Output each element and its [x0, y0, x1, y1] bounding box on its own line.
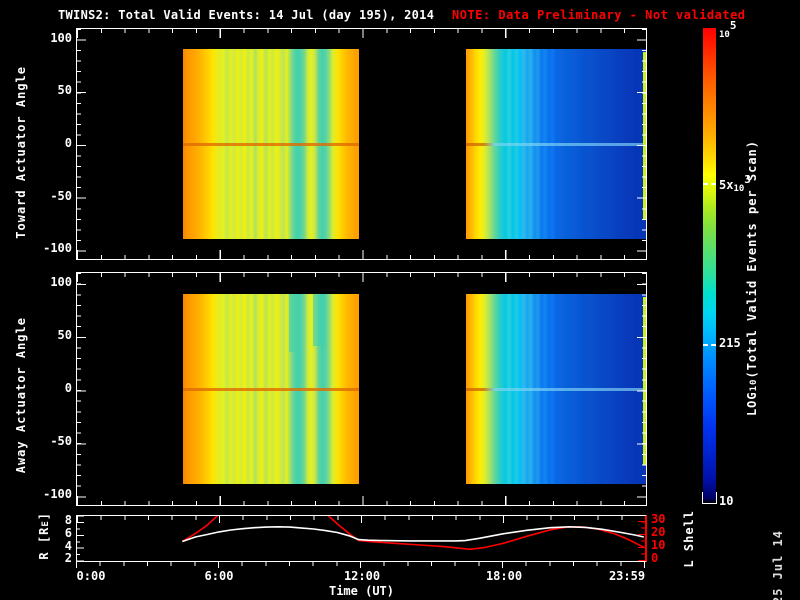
creation-date-stamp: 25 Jul 14	[771, 530, 785, 600]
time-tick-label: 0:00	[56, 569, 126, 583]
away-data-block-evening	[466, 294, 646, 484]
away-axis-label: Away Actuator Angle	[14, 317, 28, 473]
colorbar-tick-dash	[703, 344, 716, 346]
y-major-ticks	[77, 29, 86, 259]
x-minor-ticks	[77, 501, 646, 505]
time-axis-title: Time (UT)	[76, 584, 647, 598]
colorbar	[703, 28, 716, 503]
y-minor-ticks	[77, 29, 81, 259]
time-tick-label: 6:00	[184, 569, 254, 583]
teal-band	[289, 294, 300, 352]
away-data-block-morning	[183, 294, 359, 484]
toward-axis-label: Toward Actuator Angle	[14, 66, 28, 239]
edge-strip	[643, 297, 646, 465]
angle-zero-line	[183, 143, 359, 146]
away-spectrogram-panel	[76, 272, 647, 506]
x-minor-ticks	[77, 255, 646, 259]
y-minor-ticks	[77, 273, 81, 505]
lshell-tick-label: 0	[651, 551, 685, 565]
angle-zero-line	[466, 143, 646, 146]
x-major-ticks	[77, 273, 646, 282]
colorbar-tick-label: 215	[719, 336, 789, 350]
toward-data-block-evening	[466, 49, 646, 239]
lshell-tick-label: 20	[651, 525, 685, 539]
toward-spectrogram-panel	[76, 28, 647, 260]
x-minor-ticks	[77, 29, 646, 33]
edge-strip	[643, 52, 646, 220]
angle-tick-label: 50	[32, 328, 72, 342]
page-title: TWINS2: Total Valid Events: 14 Jul (day …	[58, 8, 434, 22]
preliminary-note: NOTE: Data Preliminary - Not validated	[452, 8, 746, 22]
angle-tick-label: -100	[32, 241, 72, 255]
lshell-tick-label: 30	[651, 512, 685, 526]
angle-tick-label: -50	[32, 434, 72, 448]
angle-tick-label: 0	[32, 136, 72, 150]
lshell-tick-label: 10	[651, 538, 685, 552]
angle-zero-line	[183, 388, 359, 391]
angle-tick-label: -100	[32, 487, 72, 501]
orbit-parameters-panel	[76, 515, 647, 562]
x-major-ticks	[77, 496, 646, 505]
x-major-ticks	[77, 250, 646, 259]
angle-tick-label: 50	[32, 83, 72, 97]
angle-tick-label: 0	[32, 381, 72, 395]
r-tick-label: 8	[32, 513, 72, 527]
x-outside-major-ticks	[76, 562, 647, 568]
r-tick-label: 6	[32, 526, 72, 540]
toward-data-block-morning	[183, 49, 359, 239]
x-major-ticks	[77, 29, 646, 38]
angle-tick-label: 100	[32, 275, 72, 289]
time-tick-label: 23:59	[592, 569, 662, 583]
time-tick-label: 18:00	[469, 569, 539, 583]
angle-tick-label: -50	[32, 189, 72, 203]
colorbar-frame-bottom	[702, 492, 717, 504]
y-major-ticks	[77, 273, 86, 505]
plot-canvas: TWINS2: Total Valid Events: 14 Jul (day …	[0, 0, 800, 600]
teal-band	[313, 294, 325, 346]
x-minor-ticks	[77, 273, 646, 277]
angle-tick-label: 100	[32, 31, 72, 45]
orbit-curves	[77, 516, 645, 561]
colorbar-tick-label: 10	[719, 494, 789, 508]
angle-zero-line	[466, 388, 646, 391]
colorbar-tick-label: 5x103	[719, 173, 789, 194]
r-tick-label: 2	[32, 551, 72, 565]
time-tick-label: 12:00	[327, 569, 397, 583]
colorbar-tick-label: 105	[719, 19, 789, 40]
colorbar-tick-dash	[703, 183, 716, 185]
